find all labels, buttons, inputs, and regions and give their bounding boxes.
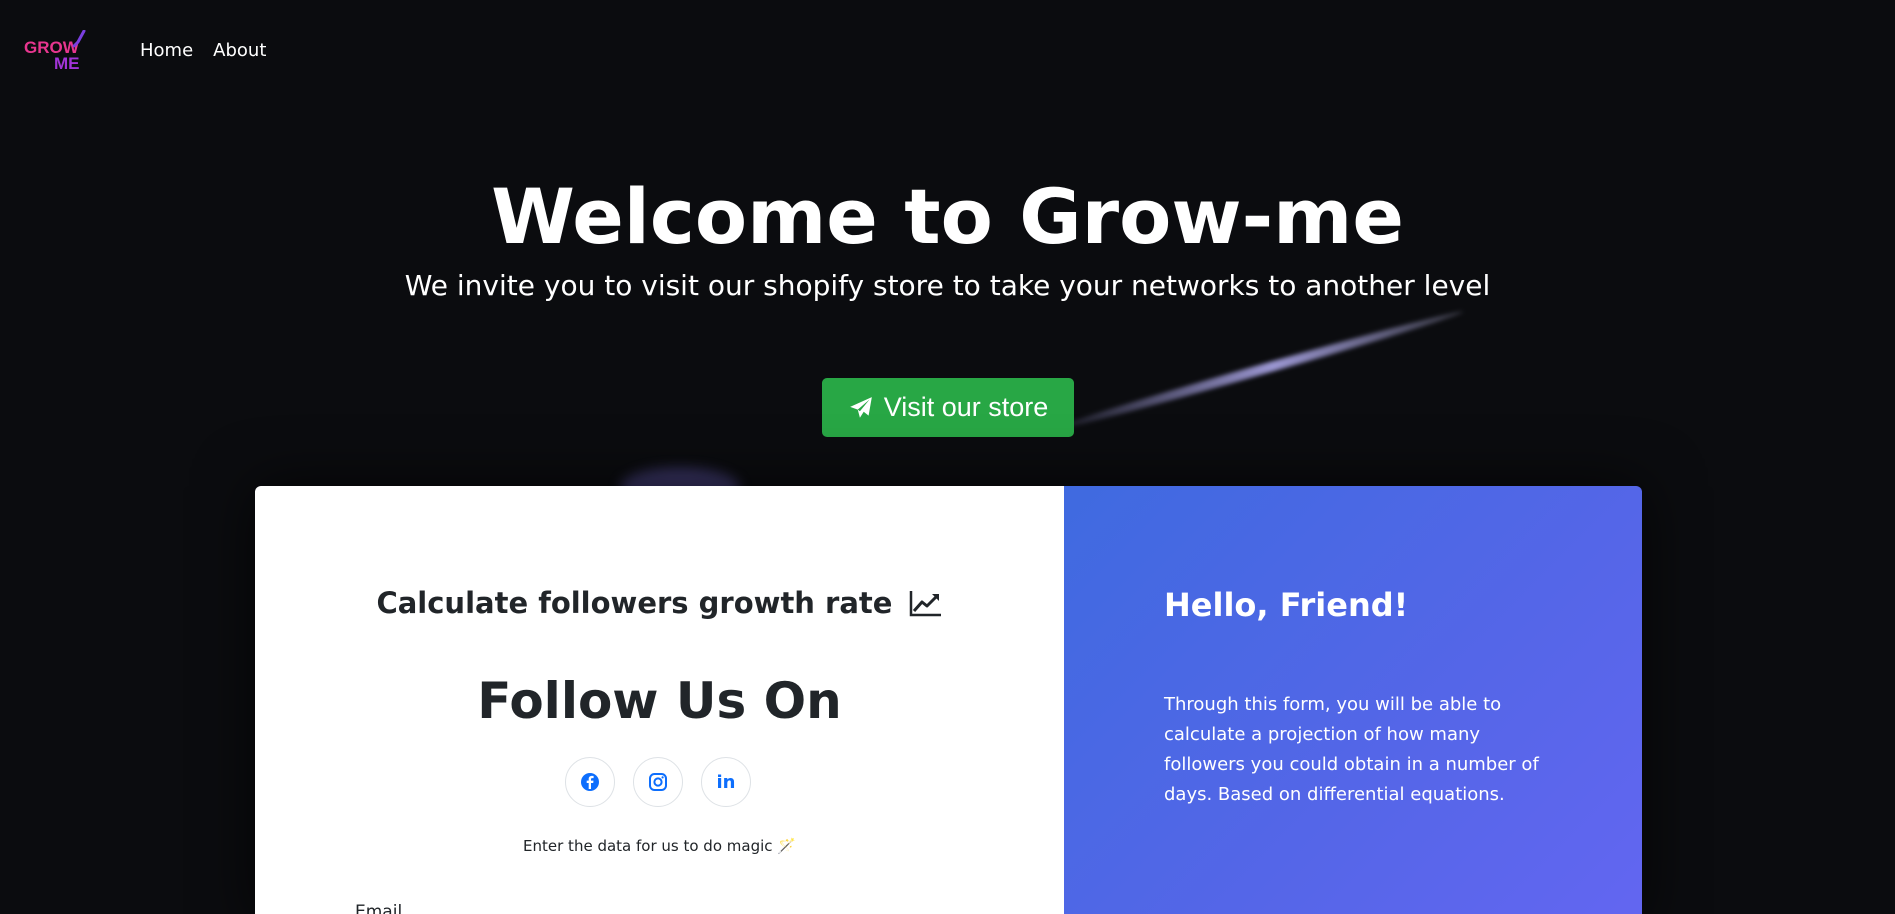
logo-check-mark-icon <box>72 30 86 48</box>
social-links: in <box>565 757 751 807</box>
chart-line-icon <box>909 589 943 624</box>
nav-link-home[interactable]: Home <box>140 40 193 61</box>
page: GROW ME Home About Welcome to Grow-me We… <box>0 0 1895 914</box>
follow-us-heading: Follow Us On <box>477 672 842 730</box>
linkedin-icon: in <box>716 771 736 793</box>
nav-links: Home About <box>140 40 266 61</box>
hero-title: Welcome to Grow-me <box>491 172 1404 261</box>
decorative-light-streak <box>1038 306 1465 438</box>
linkedin-button[interactable]: in <box>701 757 751 807</box>
info-description: Through this form, you will be able to c… <box>1164 694 1539 805</box>
calculator-title: Calculate followers growth rate <box>255 586 1064 624</box>
navbar: GROW ME Home About <box>0 0 1895 106</box>
visit-store-button[interactable]: Visit our store <box>822 378 1074 437</box>
growth-form-card: Calculate followers growth rate Follow U… <box>255 486 1642 914</box>
grow-me-logo[interactable]: GROW ME <box>24 30 88 74</box>
email-label: Email <box>355 902 403 914</box>
form-instruction: Enter the data for us to do magic 🪄 <box>523 837 796 855</box>
instagram-icon <box>649 773 667 791</box>
facebook-icon <box>581 773 599 791</box>
form-panel: Calculate followers growth rate Follow U… <box>255 486 1064 914</box>
paper-plane-icon <box>848 395 874 421</box>
nav-link-about[interactable]: About <box>213 40 266 61</box>
instagram-button[interactable] <box>633 757 683 807</box>
hero-subtitle: We invite you to visit our shopify store… <box>404 269 1491 302</box>
calculator-title-text: Calculate followers growth rate <box>376 586 893 620</box>
facebook-button[interactable] <box>565 757 615 807</box>
visit-store-label: Visit our store <box>883 392 1049 422</box>
logo-text-me: ME <box>54 54 80 73</box>
info-panel: Hello, Friend! Through this form, you wi… <box>1064 486 1642 914</box>
info-title: Hello, Friend! <box>1164 586 1409 624</box>
